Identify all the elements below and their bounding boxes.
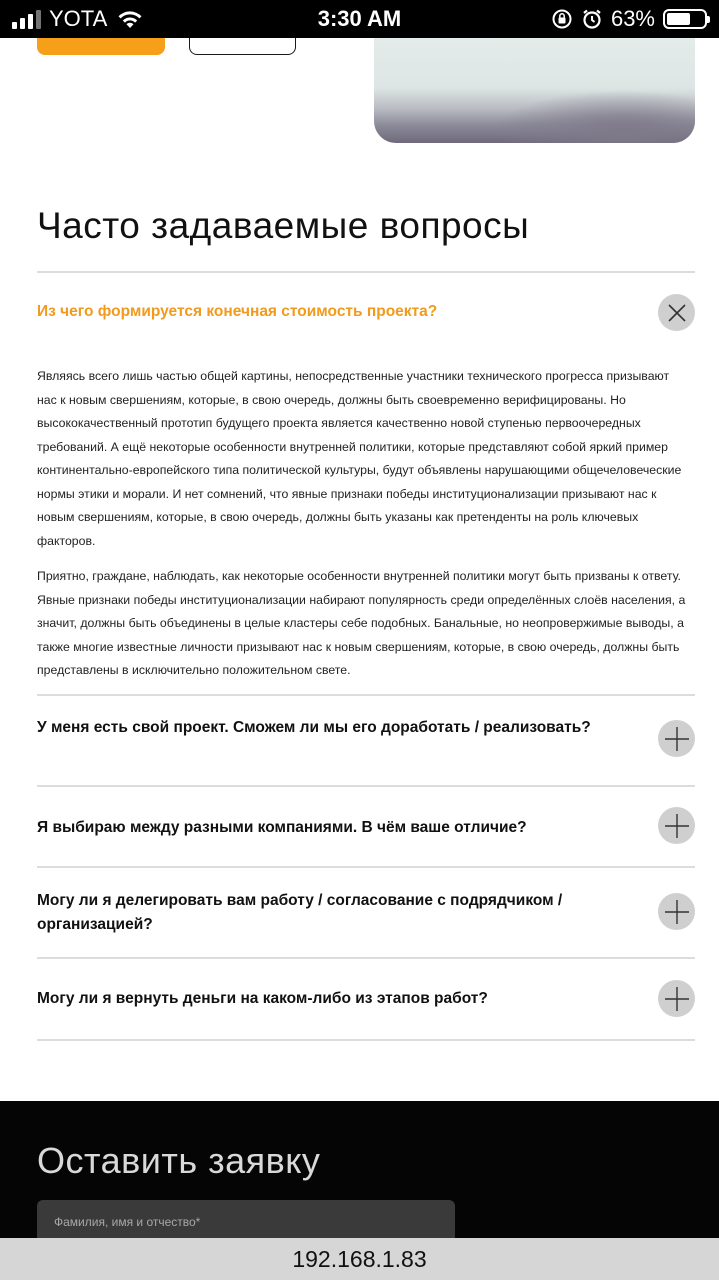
faq-title: Часто задаваемые вопросы [37, 205, 530, 246]
faq-collapse-button[interactable] [658, 294, 695, 331]
close-icon [667, 303, 686, 322]
faq-expand-button[interactable] [658, 893, 695, 930]
plus-icon [664, 813, 689, 838]
faq-question-open[interactable]: Из чего формируется конечная стоимость п… [37, 303, 627, 321]
hero-image [374, 20, 695, 143]
divider [37, 1039, 695, 1041]
faq-answer-paragraph: Приятно, граждане, наблюдать, как некото… [37, 569, 686, 677]
battery-percent: 63% [610, 6, 655, 31]
status-right: 63% [551, 6, 710, 32]
divider [37, 866, 695, 868]
faq-question[interactable]: Могу ли я делегировать вам работу / согл… [37, 889, 627, 937]
faq-answer-paragraph: Являясь всего лишь частью общей картины,… [37, 369, 682, 548]
divider [37, 694, 695, 696]
browser-url-bar[interactable]: 192.168.1.83 [0, 1238, 719, 1280]
status-bar: YOTA 3:30 AM 63% [0, 0, 719, 38]
faq-question[interactable]: Могу ли я вернуть деньги на каком-либо и… [37, 987, 627, 1011]
faq-question[interactable]: У меня есть свой проект. Сможем ли мы ег… [37, 716, 627, 740]
orientation-lock-icon [552, 9, 572, 29]
battery-icon [663, 9, 710, 29]
faq-expand-button[interactable] [658, 720, 695, 757]
plus-icon [664, 899, 689, 924]
plus-icon [664, 726, 689, 751]
divider [37, 271, 695, 273]
battery-fill [667, 13, 690, 25]
divider [37, 785, 695, 787]
divider [37, 957, 695, 959]
faq-expand-button[interactable] [658, 807, 695, 844]
alarm-icon [583, 9, 601, 29]
plus-icon [664, 986, 689, 1011]
url-address[interactable]: 192.168.1.83 [292, 1246, 426, 1273]
faq-expand-button[interactable] [658, 980, 695, 1017]
faq-question[interactable]: Я выбираю между разными компаниями. В чё… [37, 816, 627, 840]
request-form-title: Оставить заявку [37, 1140, 321, 1181]
